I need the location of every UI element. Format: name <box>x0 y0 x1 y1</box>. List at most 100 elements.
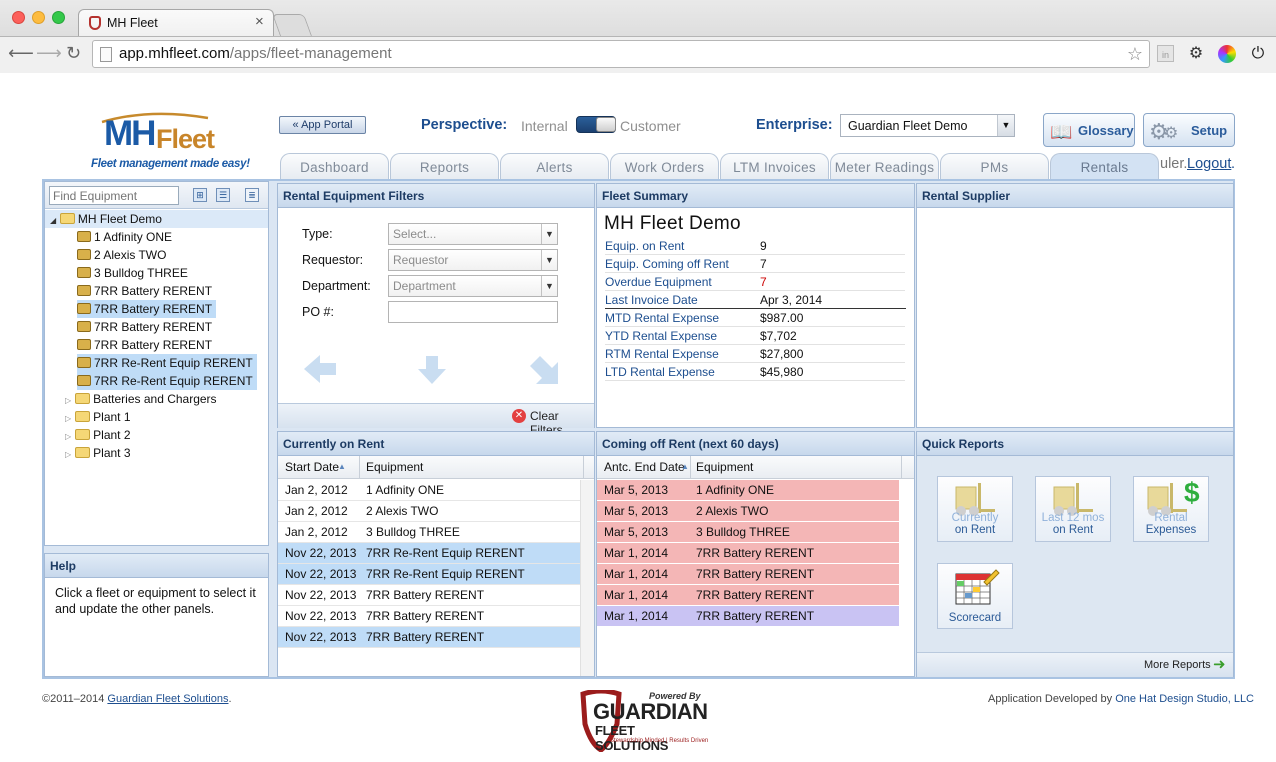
equipment-column-header[interactable]: Equipment <box>696 456 753 478</box>
linkedin-extension-icon[interactable]: in <box>1157 45 1174 62</box>
chevron-down-icon[interactable]: ▼ <box>541 276 557 296</box>
list-view-icon[interactable]: ≣ <box>245 188 259 202</box>
on-rent-table-row[interactable]: Nov 22, 2013 7RR Re-Rent Equip RERENT <box>278 543 580 564</box>
page-icon <box>100 47 112 62</box>
end-date-column-header[interactable]: Antc. End Date <box>604 456 685 478</box>
collapsed-arrow-icon[interactable]: ▷ <box>65 432 71 441</box>
close-tab-icon[interactable]: × <box>255 13 264 30</box>
tab-rentals[interactable]: Rentals <box>1050 153 1159 180</box>
collapsed-arrow-icon[interactable]: ▷ <box>65 396 71 405</box>
sort-asc-icon[interactable]: ▲ <box>338 456 346 478</box>
glossary-button[interactable]: 📖 Glossary <box>1043 113 1135 147</box>
tree-folder-item[interactable]: ▷ Batteries and Chargers <box>65 390 217 408</box>
type-select[interactable]: Select... ▼ <box>388 223 558 245</box>
tab-meter-readings[interactable]: Meter Readings <box>830 153 939 180</box>
forklift-icon <box>77 231 91 242</box>
tab-ltm-invoices[interactable]: LTM Invoices <box>720 153 829 180</box>
extension-icon[interactable]: ⏻ <box>1249 45 1267 63</box>
tree-equipment-item[interactable]: 7RR Battery RERENT <box>77 336 212 354</box>
tree-equipment-item[interactable]: 3 Bulldog THREE <box>77 264 188 282</box>
collapsed-arrow-icon[interactable]: ▷ <box>65 414 71 423</box>
enterprise-select[interactable]: Guardian Fleet Demo ▼ <box>840 114 1015 137</box>
app-portal-button[interactable]: « App Portal <box>279 116 366 134</box>
coming-off-table-row[interactable]: Mar 5, 2013 3 Bulldog THREE <box>597 522 899 543</box>
setup-button[interactable]: ⚙ ⚙ Setup <box>1143 113 1235 147</box>
more-reports-link[interactable]: More Reports <box>1144 659 1211 671</box>
requestor-select[interactable]: Requestor ▼ <box>388 249 558 271</box>
find-equipment-input[interactable] <box>49 186 179 205</box>
equipment-column-header[interactable]: Equipment <box>366 456 423 478</box>
guardian-fleet-link[interactable]: Guardian Fleet Solutions <box>107 693 228 705</box>
department-select[interactable]: Department ▼ <box>388 275 558 297</box>
new-tab-button[interactable] <box>271 14 313 36</box>
perspective-customer-label[interactable]: Customer <box>620 118 681 134</box>
favicon-shield-icon <box>89 16 101 30</box>
chevron-down-icon[interactable]: ▼ <box>541 224 557 244</box>
tree-equipment-item[interactable]: 7RR Re-Rent Equip RERENT <box>77 372 257 390</box>
tab-dashboard[interactable]: Dashboard <box>280 153 389 180</box>
rental-expenses-report-button[interactable]: $ Rental Expenses <box>1133 476 1209 542</box>
coming-off-table-row[interactable]: Mar 1, 2014 7RR Battery RERENT <box>597 606 899 627</box>
last-12-mos-report-button[interactable]: Last 12 mos on Rent <box>1035 476 1111 542</box>
address-bar[interactable]: app.mhfleet.com/apps/fleet-management ☆ <box>92 40 1150 68</box>
tree-equipment-item[interactable]: 7RR Battery RERENT <box>77 318 212 336</box>
tab-pms[interactable]: PMs <box>940 153 1049 180</box>
on-rent-table-row[interactable]: Jan 2, 2012 3 Bulldog THREE <box>278 522 580 543</box>
coming-off-table-row[interactable]: Mar 5, 2013 1 Adfinity ONE <box>597 480 899 501</box>
perspective-toggle[interactable] <box>576 116 616 133</box>
tree-root-row[interactable]: ◢ MH Fleet Demo <box>50 210 162 228</box>
tree-folder-item[interactable]: ▷ Plant 1 <box>65 408 131 426</box>
type-select-value: Select... <box>393 227 437 241</box>
start-date-column-header[interactable]: Start Date <box>285 456 339 478</box>
minimize-window-icon[interactable] <box>32 11 45 24</box>
tree-equipment-item[interactable]: 7RR Re-Rent Equip RERENT <box>77 354 257 372</box>
sort-asc-icon[interactable]: ▲ <box>681 456 689 478</box>
on-rent-table-row[interactable]: Nov 22, 2013 7RR Battery RERENT <box>278 627 580 648</box>
chevron-down-icon[interactable]: ▼ <box>997 115 1014 136</box>
tree-equipment-item[interactable]: 7RR Battery RERENT <box>77 282 212 300</box>
tab-alerts[interactable]: Alerts <box>500 153 609 180</box>
user-name-fragment: uler. <box>1160 156 1188 172</box>
clear-filters-icon[interactable]: ✕ <box>512 409 526 423</box>
on-rent-table-row[interactable]: Nov 22, 2013 7RR Battery RERENT <box>278 606 580 627</box>
arrow-right-icon[interactable]: ➜ <box>1213 655 1226 673</box>
browser-tab[interactable]: MH Fleet × <box>78 9 274 37</box>
expanded-arrow-icon[interactable]: ◢ <box>50 216 56 225</box>
coming-off-table-row[interactable]: Mar 1, 2014 7RR Battery RERENT <box>597 585 899 606</box>
logout-link[interactable]: Logout <box>1187 156 1231 172</box>
on-rent-table-row[interactable]: Jan 2, 2012 2 Alexis TWO <box>278 501 580 522</box>
close-window-icon[interactable] <box>12 11 25 24</box>
settings-wrench-icon[interactable]: ⚙ <box>1187 45 1205 63</box>
back-icon[interactable]: ⟵ <box>8 44 34 62</box>
collapsed-arrow-icon[interactable]: ▷ <box>65 450 71 459</box>
bookmark-star-icon[interactable]: ☆ <box>1127 44 1143 65</box>
coming-off-table-row[interactable]: Mar 5, 2013 2 Alexis TWO <box>597 501 899 522</box>
currently-on-rent-report-button[interactable]: Currently on Rent <box>937 476 1013 542</box>
tree-folder-item[interactable]: ▷ Plant 2 <box>65 426 131 444</box>
on-rent-table-row[interactable]: Nov 22, 2013 7RR Re-Rent Equip RERENT <box>278 564 580 585</box>
tree-equipment-item[interactable]: 2 Alexis TWO <box>77 246 166 264</box>
tab-work-orders[interactable]: Work Orders <box>610 153 719 180</box>
tree-equipment-item[interactable]: 1 Adfinity ONE <box>77 228 172 246</box>
coming-off-table-row[interactable]: Mar 1, 2014 7RR Battery RERENT <box>597 564 899 585</box>
perspective-internal-label[interactable]: Internal <box>521 118 568 134</box>
reload-icon[interactable]: ↻ <box>66 44 81 62</box>
on-rent-scrollbar[interactable] <box>580 480 594 676</box>
report-line1: Last 12 mos <box>1041 512 1105 524</box>
maximize-window-icon[interactable] <box>52 11 65 24</box>
collapse-all-icon[interactable]: ☰ <box>216 188 230 202</box>
tree-folder-item[interactable]: ▷ Plant 3 <box>65 444 131 462</box>
on-rent-table-row[interactable]: Jan 2, 2012 1 Adfinity ONE <box>278 480 580 501</box>
tree-equipment-item[interactable]: 7RR Battery RERENT <box>77 300 217 318</box>
report-line2: on Rent <box>954 524 996 536</box>
coming-off-table-row[interactable]: Mar 1, 2014 7RR Battery RERENT <box>597 543 899 564</box>
color-picker-extension-icon[interactable] <box>1218 45 1236 63</box>
tab-reports[interactable]: Reports <box>390 153 499 180</box>
forward-icon[interactable]: ⟶ <box>36 44 62 62</box>
expand-all-icon[interactable]: ⊞ <box>193 188 207 202</box>
scorecard-report-button[interactable]: Scorecard <box>937 563 1013 629</box>
chevron-down-icon[interactable]: ▼ <box>541 250 557 270</box>
po-number-input[interactable] <box>388 301 558 323</box>
on-rent-table-row[interactable]: Nov 22, 2013 7RR Battery RERENT <box>278 585 580 606</box>
one-hat-design-link[interactable]: One Hat Design Studio, LLC <box>1115 693 1254 705</box>
